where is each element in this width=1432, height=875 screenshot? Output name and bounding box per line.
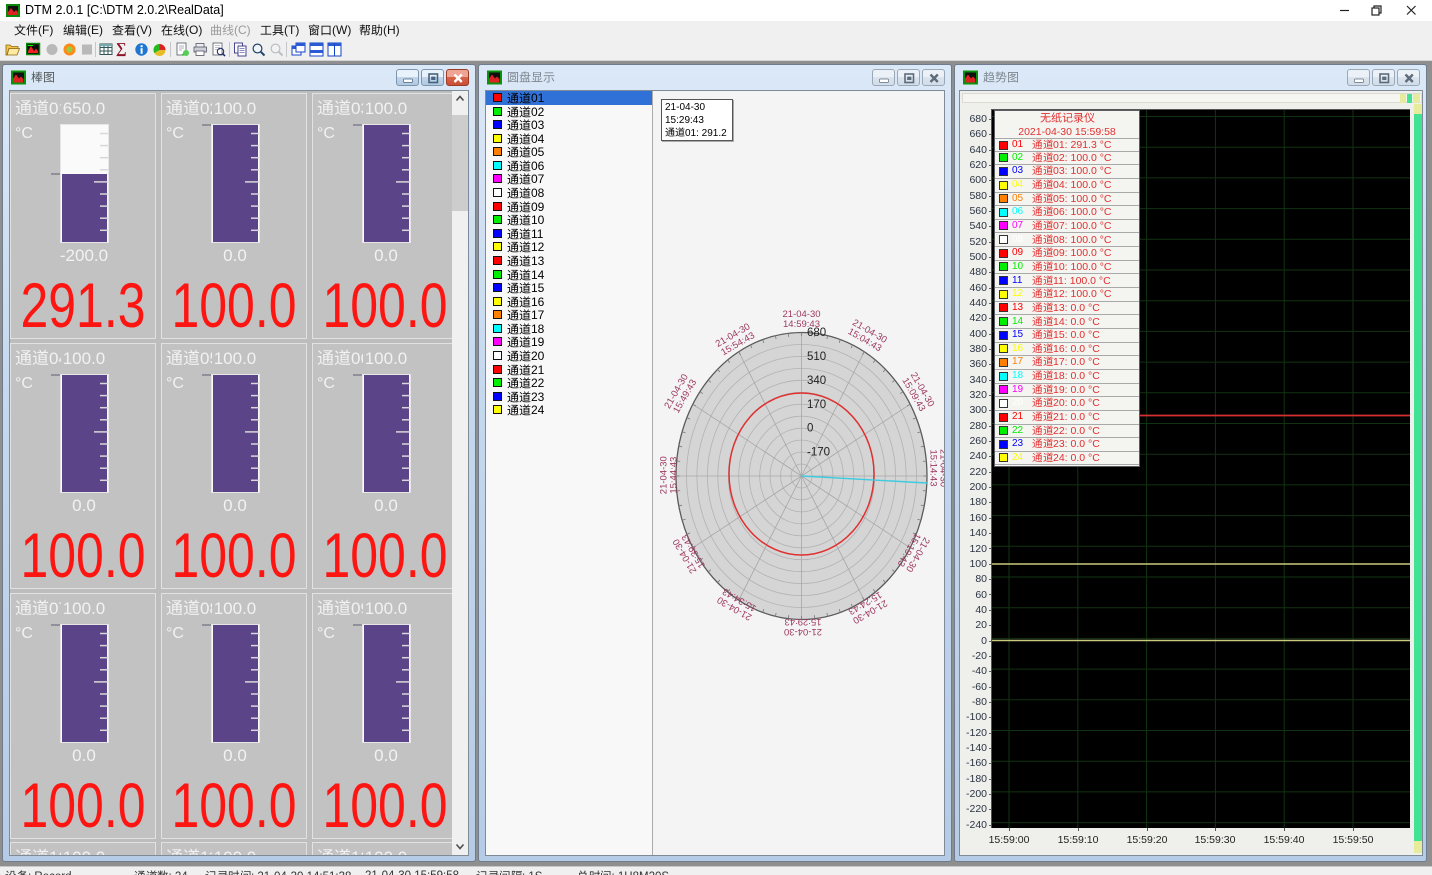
svg-text:510: 510 <box>807 351 826 363</box>
svg-text:-170: -170 <box>807 447 830 459</box>
svg-text:21-04-3015:44:43: 21-04-3015:44:43 <box>658 456 679 494</box>
svg-text:21-04-3015:29:43: 21-04-3015:29:43 <box>784 616 822 637</box>
svg-text:340: 340 <box>807 375 826 387</box>
svg-text:170: 170 <box>807 399 826 411</box>
svg-text:0: 0 <box>807 423 813 435</box>
svg-text:21-04-3015:14:43: 21-04-3015:14:43 <box>928 449 946 487</box>
svg-text:21-04-3014:59:43: 21-04-3014:59:43 <box>782 309 820 330</box>
